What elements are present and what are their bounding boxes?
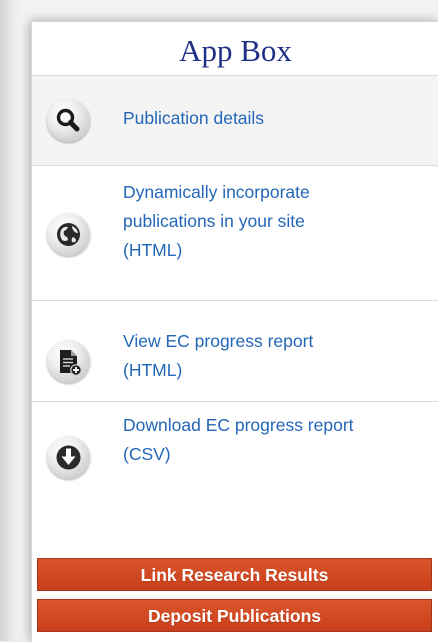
app-item-publication-details[interactable]: Publication details	[32, 76, 438, 166]
incorporate-publications-link[interactable]: Dynamically incorporate publications in …	[123, 178, 435, 265]
app-item-download-ec-report[interactable]: Download EC progress report (CSV)	[32, 402, 438, 501]
search-icon	[47, 99, 90, 142]
deposit-publications-button[interactable]: Deposit Publications	[37, 599, 432, 632]
app-item-incorporate-publications[interactable]: Dynamically incorporate publications in …	[32, 166, 438, 301]
download-arrow-icon	[47, 436, 90, 479]
app-item-view-ec-report[interactable]: View EC progress report (HTML)	[32, 301, 438, 402]
document-add-icon	[47, 340, 90, 383]
window-background: App Box Publication details Dynamically …	[0, 0, 438, 642]
globe-icon	[47, 213, 90, 256]
publication-details-link[interactable]: Publication details	[123, 104, 435, 133]
app-box-title: App Box	[32, 22, 438, 76]
download-ec-report-link[interactable]: Download EC progress report (CSV)	[123, 411, 435, 469]
app-box-panel: App Box Publication details Dynamically …	[31, 21, 438, 642]
link-research-results-button[interactable]: Link Research Results	[37, 558, 432, 591]
view-ec-report-link[interactable]: View EC progress report (HTML)	[123, 327, 435, 385]
